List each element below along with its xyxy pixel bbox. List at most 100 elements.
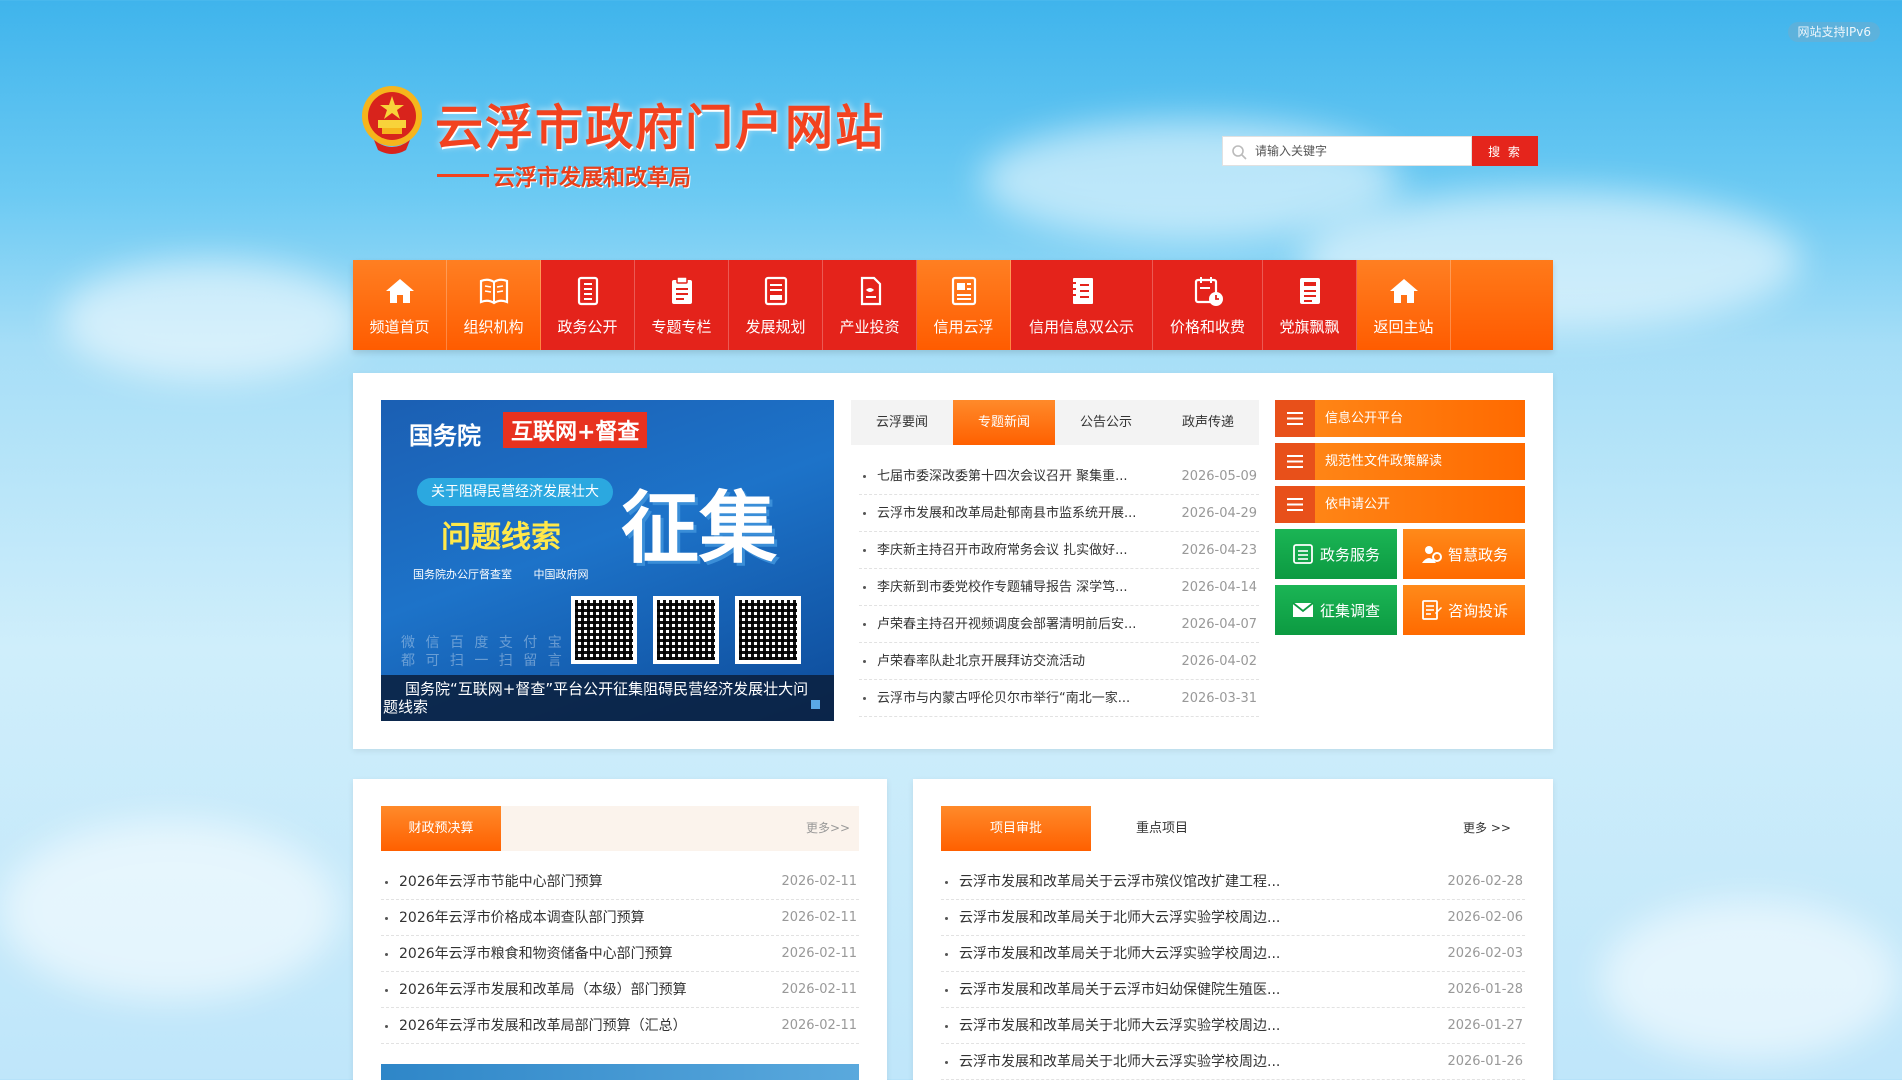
list-item[interactable]: 2026年云浮市粮食和物资储备中心部门预算 2026-02-11: [381, 936, 859, 972]
quick-link-bar[interactable]: 依申请公开: [1275, 486, 1525, 523]
nav-item[interactable]: 返回主站: [1357, 260, 1451, 350]
nav-item[interactable]: 价格和收费: [1153, 260, 1263, 350]
list-item[interactable]: 李庆新主持召开市政府常务会议 扎实做好... 2026-04-23: [859, 532, 1259, 569]
list-item[interactable]: 云浮市与内蒙古呼伦贝尔市举行“南北一家... 2026-03-31: [859, 680, 1259, 717]
nav-item-label: 党旗飘飘: [1279, 317, 1340, 336]
finance-tab[interactable]: 财政预决算: [381, 806, 501, 851]
quick-links: 信息公开平台 规范性文件政策解读依申请公开 政务服务 智慧政务 征集调查 咨询投诉: [1275, 400, 1525, 635]
banner-big-text: 征集: [621, 484, 778, 574]
list-item[interactable]: 卢荣春率队赴北京开展拜访交流活动 2026-04-02: [859, 643, 1259, 680]
site-sub-title: 云浮市发展和改革局: [493, 166, 692, 191]
nav-item[interactable]: 发展规划: [729, 260, 823, 350]
list-item-title[interactable]: 2026年云浮市粮食和物资储备中心部门预算: [399, 936, 673, 972]
nav-item[interactable]: 组织机构: [447, 260, 541, 350]
news-tab[interactable]: 专题新闻: [953, 400, 1055, 445]
list-item[interactable]: 李庆新到市委党校作专题辅导报告 深学笃... 2026-04-14: [859, 569, 1259, 606]
news-tab[interactable]: 公告公示: [1055, 400, 1157, 445]
list-item[interactable]: 七届市委深改委第十四次会议召开 聚集重... 2026-05-09: [859, 458, 1259, 495]
news-tab[interactable]: 政声传递: [1157, 400, 1259, 445]
list-item-title[interactable]: 七届市委深改委第十四次会议召开 聚集重...: [877, 458, 1128, 495]
report-icon: [1299, 277, 1320, 304]
list-item-title[interactable]: 云浮市发展和改革局赴郁南县市监系统开展...: [877, 495, 1136, 532]
list-item-date: 2026-04-07: [1181, 617, 1257, 632]
nav-item-label: 组织机构: [463, 317, 524, 336]
list-item-title[interactable]: 云浮市与内蒙古呼伦贝尔市举行“南北一家...: [877, 680, 1130, 717]
form-icon: [1422, 600, 1442, 620]
list-item[interactable]: 云浮市发展和改革局赴郁南县市监系统开展... 2026-04-29: [859, 495, 1259, 532]
list-item-title[interactable]: 2026年云浮市价格成本调查队部门预算: [399, 900, 645, 936]
news-banner[interactable]: 国务院 互联网+督查 关于阻碍民营经济发展壮大 问题线索 征集 国务院办公厅督查…: [381, 400, 834, 721]
service-tile[interactable]: 征集调查: [1275, 585, 1397, 635]
book-icon: [479, 278, 508, 304]
banner-faint-line1: 微 信 百 度 支 付 宝: [401, 635, 565, 651]
notebook-icon: [1070, 277, 1093, 304]
bullet-icon: [385, 917, 388, 920]
project-tab[interactable]: 项目审批: [941, 806, 1091, 851]
list-item[interactable]: 云浮市发展和改革局关于云浮市妇幼保健院生殖医... 2026-01-28: [941, 972, 1525, 1008]
nav-item-label: 专题专栏: [651, 317, 712, 336]
list-item-title[interactable]: 2026年云浮市发展和改革局（本级）部门预算: [399, 972, 687, 1008]
list-item-title[interactable]: 云浮市发展和改革局关于云浮市妇幼保健院生殖医...: [959, 972, 1280, 1008]
finance-more-link[interactable]: 更多>>: [806, 806, 850, 851]
list-item-title[interactable]: 云浮市发展和改革局关于云浮市殡仪馆改扩建工程...: [959, 864, 1280, 900]
quick-link-bar[interactable]: 信息公开平台: [1275, 400, 1525, 437]
list-item[interactable]: 2026年云浮市发展和改革局部门预算（汇总） 2026-02-11: [381, 1008, 859, 1044]
service-tile[interactable]: 政务服务: [1275, 529, 1397, 579]
list-item-date: 2026-02-03: [1447, 946, 1523, 961]
list-item[interactable]: 云浮市发展和改革局关于北师大云浮实验学校周边... 2026-01-26: [941, 1044, 1525, 1080]
list-item-title[interactable]: 李庆新到市委党校作专题辅导报告 深学笃...: [877, 569, 1128, 606]
bullet-icon: [945, 989, 948, 992]
nav-item-label: 发展规划: [745, 317, 806, 336]
list-item-title[interactable]: 2026年云浮市发展和改革局部门预算（汇总）: [399, 1008, 687, 1044]
list-item-title[interactable]: 2026年云浮市节能中心部门预算: [399, 864, 603, 900]
search-bar: 搜 索: [1222, 136, 1538, 166]
carousel-indicator[interactable]: [811, 700, 820, 709]
nav-item[interactable]: 信用信息双公示: [1011, 260, 1153, 350]
list-item-title[interactable]: 卢荣春率队赴北京开展拜访交流活动: [877, 643, 1085, 680]
list-item[interactable]: 2026年云浮市价格成本调查队部门预算 2026-02-11: [381, 900, 859, 936]
list-item[interactable]: 云浮市发展和改革局关于北师大云浮实验学校周边... 2026-02-06: [941, 900, 1525, 936]
list-item[interactable]: 云浮市发展和改革局关于北师大云浮实验学校周边... 2026-01-27: [941, 1008, 1525, 1044]
list-item-date: 2026-01-27: [1447, 1018, 1523, 1033]
list-item-title[interactable]: 云浮市发展和改革局关于北师大云浮实验学校周边...: [959, 1044, 1280, 1080]
service-tile[interactable]: 咨询投诉: [1403, 585, 1525, 635]
quick-link-label: 依申请公开: [1325, 497, 1391, 512]
service-tile[interactable]: 智慧政务: [1403, 529, 1525, 579]
news-tab[interactable]: 云浮要闻: [851, 400, 953, 445]
list-item-date: 2026-04-29: [1181, 506, 1257, 521]
list-item-title[interactable]: 云浮市发展和改革局关于北师大云浮实验学校周边...: [959, 900, 1280, 936]
nav-item[interactable]: 专题专栏: [635, 260, 729, 350]
list-item[interactable]: 2026年云浮市节能中心部门预算 2026-02-11: [381, 864, 859, 900]
nav-item[interactable]: 产业投资: [823, 260, 917, 350]
list-item[interactable]: 云浮市发展和改革局关于北师大云浮实验学校周边... 2026-02-03: [941, 936, 1525, 972]
service-banner[interactable]: [381, 1064, 859, 1080]
search-button[interactable]: 搜 索: [1472, 136, 1538, 166]
list-item-title[interactable]: 云浮市发展和改革局关于北师大云浮实验学校周边...: [959, 936, 1280, 972]
bullet-icon: [385, 1025, 388, 1028]
list-item[interactable]: 2026年云浮市发展和改革局（本级）部门预算 2026-02-11: [381, 972, 859, 1008]
nav-item[interactable]: 政务公开: [541, 260, 635, 350]
nav-item[interactable]: 频道首页: [353, 260, 447, 350]
search-input[interactable]: [1255, 137, 1467, 165]
bullet-icon: [945, 881, 948, 884]
menu-icon: [1275, 486, 1315, 523]
nav-item-label: 返回主站: [1373, 317, 1434, 336]
site-title: 云浮市政府门户网站: [435, 100, 886, 156]
banner-caption[interactable]: 国务院“互联网+督查”平台公开征集阻碍民营经济发展壮大问题线索: [381, 675, 834, 721]
list-item-title[interactable]: 云浮市发展和改革局关于北师大云浮实验学校周边...: [959, 1008, 1280, 1044]
list-item-date: 2026-02-11: [781, 910, 857, 925]
nav-item[interactable]: 信用云浮: [917, 260, 1011, 350]
list-item-title[interactable]: 李庆新主持召开市政府常务会议 扎实做好...: [877, 532, 1128, 569]
nav-item[interactable]: 党旗飘飘: [1263, 260, 1357, 350]
list-item[interactable]: 卢荣春主持召开视频调度会部署清明前后安... 2026-04-07: [859, 606, 1259, 643]
list-item[interactable]: 云浮市发展和改革局关于云浮市殡仪馆改扩建工程... 2026-02-28: [941, 864, 1525, 900]
project-more-link[interactable]: 更多 >>: [1463, 806, 1511, 851]
list-item-date: 2026-02-11: [781, 982, 857, 997]
banner-logos: 国务院办公厅督查室 中国政府网: [413, 566, 607, 582]
search-box: [1222, 136, 1472, 166]
banner-heading: 国务院: [409, 422, 481, 450]
list-item-title[interactable]: 卢荣春主持召开视频调度会部署清明前后安...: [877, 606, 1136, 643]
bullet-icon: [863, 512, 866, 515]
quick-link-bar[interactable]: 规范性文件政策解读: [1275, 443, 1525, 480]
key-project-tab[interactable]: 重点项目: [1136, 806, 1188, 851]
